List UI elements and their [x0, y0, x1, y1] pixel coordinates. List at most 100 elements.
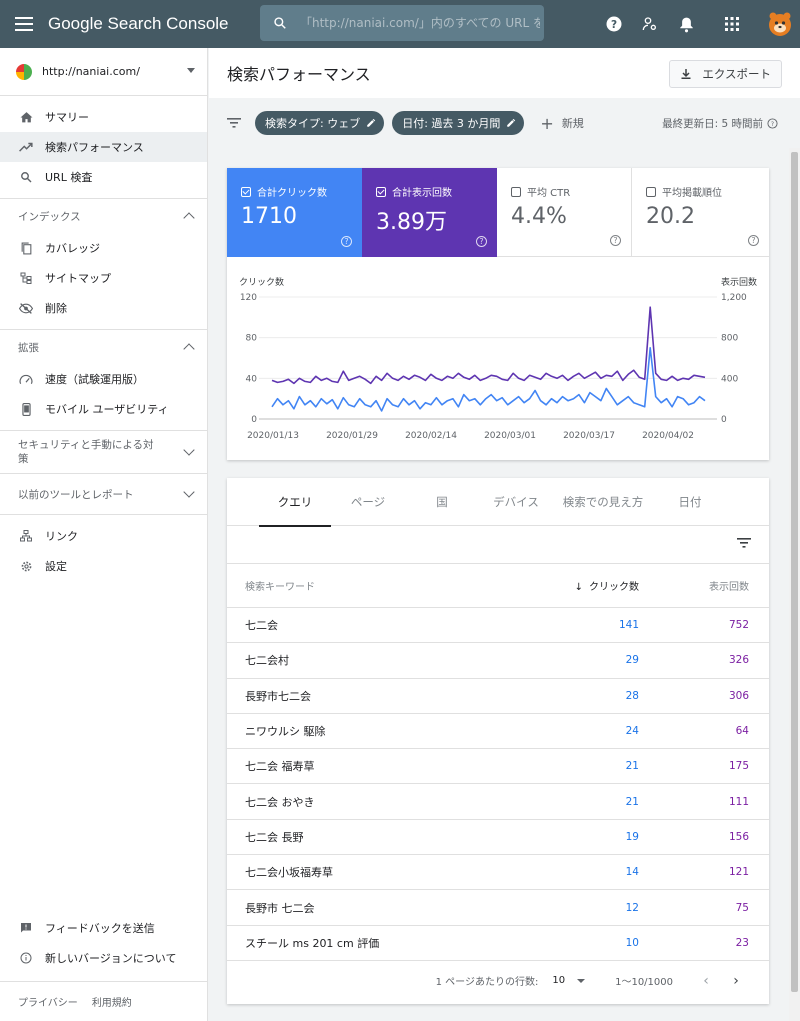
- table-row[interactable]: 七二会村 29 326: [227, 643, 769, 679]
- section-header-legacy[interactable]: 以前のツールとレポート: [0, 474, 207, 514]
- metric-tile-total-impressions[interactable]: 合計表示回数 3.89万 ?: [362, 168, 497, 257]
- right-tick-label: 1,200: [721, 293, 747, 303]
- table-row[interactable]: 七二会小坂福寿草 14 121: [227, 855, 769, 891]
- vertical-scrollbar[interactable]: [789, 148, 800, 1021]
- right-axis-label: 表示回数: [721, 276, 757, 288]
- performance-line-chart: クリック数 表示回数 120 1,200 80 800 40 400 0 0 2020/01/13 2…: [227, 257, 769, 460]
- help-icon[interactable]: ?: [476, 236, 487, 247]
- tab-2[interactable]: 国: [405, 478, 479, 526]
- apps-button[interactable]: [704, 0, 760, 48]
- next-page-button[interactable]: ›: [721, 973, 751, 989]
- series-line-impressions: [271, 306, 706, 385]
- sidebar-item-settings[interactable]: 設定: [0, 551, 207, 581]
- scrollbar-thumb[interactable]: [791, 152, 798, 992]
- tab-3[interactable]: デバイス: [479, 478, 553, 526]
- sidebar-item-feedback[interactable]: フィードバックを送信: [0, 913, 207, 943]
- sidebar-item-mobile-usability[interactable]: モバイル ユーザビリティ: [0, 394, 207, 424]
- help-icon[interactable]: ?: [767, 118, 778, 129]
- account-avatar[interactable]: [760, 0, 800, 48]
- rows-per-page-label: 1 ページあたりの行数:: [435, 977, 539, 989]
- property-selector[interactable]: http://naniai.com/: [0, 48, 207, 96]
- table-row[interactable]: 七二会 おやき 21 111: [227, 784, 769, 820]
- tab-4[interactable]: 検索での見え方: [553, 478, 653, 526]
- menu-button[interactable]: [0, 0, 48, 48]
- query-cell: 七二会小坂福寿草: [245, 866, 333, 880]
- avatar-icon: [769, 12, 791, 36]
- section-header-index[interactable]: インデックス: [0, 199, 207, 233]
- impressions-cell: 23: [735, 936, 749, 949]
- sidebar-item-removals[interactable]: 削除: [0, 293, 207, 323]
- column-header-clicks[interactable]: ↓ クリック数: [539, 578, 639, 593]
- table-row[interactable]: 七二会 福寿草 21 175: [227, 749, 769, 785]
- impressions-cell: 75: [735, 901, 749, 914]
- terms-link[interactable]: 利用規約: [92, 994, 132, 1009]
- last-updated-text: 最終更新日: 5 時間前: [662, 118, 763, 130]
- query-cell: 七二会 福寿草: [245, 760, 315, 774]
- metric-value: 3.89万: [376, 210, 447, 235]
- tab-1[interactable]: ページ: [331, 478, 405, 526]
- sidebar-item-new-version[interactable]: 新しいバージョンについて: [0, 943, 207, 973]
- metric-tile-total-clicks[interactable]: 合計クリック数 1710 ?: [227, 168, 362, 257]
- metric-tile-average-ctr[interactable]: 平均 CTR 4.4% ?: [497, 168, 632, 257]
- url-inspect-search[interactable]: [260, 5, 544, 41]
- table-row[interactable]: ニワウルシ 駆除 24 64: [227, 714, 769, 750]
- impressions-cell: 175: [728, 760, 749, 773]
- pencil-icon: [367, 118, 376, 127]
- dimension-table-card: クエリ ページ国デバイス 検索での見え方 日付 検索キーワード ↓ クリック数 表示回数…: [227, 478, 769, 1004]
- filter-chip-date[interactable]: 日付: 過去 3 か月間: [392, 111, 525, 135]
- page-range: 1〜10/1000: [615, 977, 673, 989]
- table-row[interactable]: 七二会 141 752: [227, 608, 769, 644]
- table-row[interactable]: 七二会 長野 19 156: [227, 820, 769, 856]
- column-header-impressions[interactable]: 表示回数: [639, 578, 749, 593]
- export-button[interactable]: エクスポート: [669, 60, 782, 88]
- sidebar-item-links[interactable]: リンク: [0, 521, 207, 551]
- metric-label: 合計クリック数: [257, 188, 327, 199]
- table-filter-icon[interactable]: [737, 538, 751, 548]
- filter-icon[interactable]: [227, 118, 241, 128]
- sidebar-item-speed[interactable]: 速度（試験運用版）: [0, 364, 207, 394]
- search-input[interactable]: [300, 16, 540, 30]
- clicks-cell: 24: [625, 725, 639, 738]
- privacy-link[interactable]: プライバシー: [18, 994, 78, 1009]
- filter-chip-search-type[interactable]: 検索タイプ: ウェブ: [255, 111, 385, 135]
- notifications-button[interactable]: [668, 0, 704, 48]
- tab-5[interactable]: 日付: [653, 478, 727, 526]
- impressions-cell: 156: [728, 830, 749, 843]
- metric-tile-average-position[interactable]: 平均掲載順位 20.2 ?: [632, 168, 769, 257]
- app-title[interactable]: Google Search Console: [48, 14, 260, 34]
- section-header-security[interactable]: セキュリティと手動による対策: [0, 431, 207, 473]
- visibility-off-icon: [18, 300, 34, 316]
- plus-icon: +: [540, 113, 554, 133]
- metric-label: 平均掲載順位: [662, 188, 722, 199]
- help-icon[interactable]: ?: [341, 236, 352, 247]
- clicks-cell: 19: [625, 830, 639, 843]
- query-cell: 七二会村: [245, 654, 289, 668]
- rows-per-page-select[interactable]: 10: [552, 975, 586, 986]
- help-icon[interactable]: ?: [610, 235, 621, 246]
- tab-0[interactable]: クエリ: [259, 478, 331, 527]
- clicks-cell: 28: [625, 689, 639, 702]
- sidebar-item-sitemaps[interactable]: サイトマップ: [0, 263, 207, 293]
- sidebar-item-coverage[interactable]: カバレッジ: [0, 233, 207, 263]
- previous-page-button[interactable]: ‹: [691, 973, 721, 989]
- add-filter-button[interactable]: + 新規: [540, 114, 583, 133]
- table-row[interactable]: スチール ms 201 cm 評価 10 23: [227, 926, 769, 961]
- help-button[interactable]: ?: [596, 0, 632, 48]
- person-settings-icon: [642, 17, 656, 31]
- manage-users-button[interactable]: [632, 0, 668, 48]
- help-icon[interactable]: ?: [748, 235, 759, 246]
- sidebar-item-url-inspection[interactable]: URL 検査: [0, 162, 207, 192]
- table-row[interactable]: 長野市七二会 28 306: [227, 679, 769, 714]
- column-header-query[interactable]: 検索キーワード: [245, 578, 539, 593]
- dimension-tabs: クエリ ページ国デバイス 検索での見え方 日付: [227, 478, 769, 527]
- sidebar-item-summary[interactable]: サマリー: [0, 102, 207, 132]
- impressions-cell: 326: [728, 654, 749, 667]
- left-tick-label: 80: [246, 334, 258, 344]
- sidebar: http://naniai.com/ サマリー 検索パフォーマンス URL 検査…: [0, 48, 208, 1021]
- left-axis-label: クリック数: [239, 276, 284, 288]
- table-row[interactable]: 長野市 七二会 12 75: [227, 890, 769, 926]
- section-header-enhancements[interactable]: 拡張: [0, 330, 207, 364]
- x-tick-label: 2020/04/02: [642, 431, 694, 441]
- metric-label: 合計表示回数: [392, 188, 452, 199]
- sidebar-item-performance[interactable]: 検索パフォーマンス: [0, 132, 207, 162]
